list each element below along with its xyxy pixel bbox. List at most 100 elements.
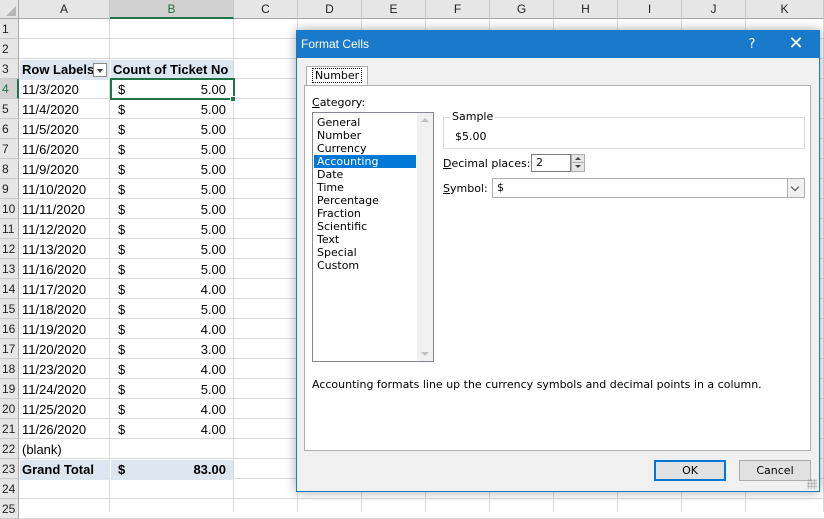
pivot-row-label[interactable]: 11/12/2020	[20, 220, 110, 240]
pivot-row-value-cell[interactable]: $4.00	[111, 320, 233, 340]
chevron-down-icon[interactable]	[787, 179, 804, 197]
row-header-25[interactable]: 25	[0, 499, 19, 519]
column-header-b[interactable]: B	[110, 0, 234, 19]
pivot-row-label[interactable]: 11/23/2020	[20, 360, 110, 380]
category-list[interactable]: General Number Currency Accounting Date Time P…	[312, 112, 434, 362]
pivot-row-label[interactable]: 11/9/2020	[20, 160, 110, 180]
count-of-ticket-no-header[interactable]: Count of Ticket No	[111, 60, 233, 80]
row-labels-filter-dropdown-icon[interactable]	[93, 63, 107, 77]
cancel-button[interactable]: Cancel	[739, 460, 811, 481]
dialog-title-bar[interactable]: Format Cells ? ✕	[297, 31, 819, 58]
category-item-scientific[interactable]: Scientific	[314, 220, 416, 233]
pivot-row-value-cell[interactable]: $4.00	[111, 400, 233, 420]
row-header-11[interactable]: 11	[0, 219, 19, 239]
pivot-row-label[interactable]: 11/25/2020	[20, 400, 110, 420]
column-header-e[interactable]: E	[362, 0, 426, 19]
fill-handle[interactable]	[230, 96, 236, 102]
pivot-row-value-cell[interactable]: $5.00	[111, 240, 233, 260]
pivot-row-label[interactable]: 11/6/2020	[20, 140, 110, 160]
row-header-17[interactable]: 17	[0, 339, 19, 359]
pivot-row-value-cell[interactable]: $3.00	[111, 340, 233, 360]
decimal-places-spinner[interactable]	[571, 154, 585, 172]
row-header-22[interactable]: 22	[0, 439, 19, 459]
row-header-3[interactable]: 3	[0, 59, 19, 79]
pivot-row-label[interactable]: 11/19/2020	[20, 320, 110, 340]
row-header-8[interactable]: 8	[0, 159, 19, 179]
category-item-date[interactable]: Date	[314, 168, 416, 181]
pivot-row-value-cell[interactable]: $4.00	[111, 280, 233, 300]
column-header-i[interactable]: I	[618, 0, 682, 19]
pivot-row-value-cell[interactable]	[111, 440, 233, 460]
grand-total-value-cell[interactable]: $ 83.00	[111, 460, 233, 480]
select-all-corner[interactable]	[0, 0, 19, 19]
category-list-scrollbar[interactable]	[417, 113, 433, 361]
category-item-number[interactable]: Number	[314, 129, 416, 142]
grand-total-label[interactable]: Grand Total	[20, 460, 110, 480]
pivot-row-label[interactable]: 11/10/2020	[20, 180, 110, 200]
row-header-13[interactable]: 13	[0, 259, 19, 279]
scroll-down-icon[interactable]	[421, 352, 429, 356]
pivot-row-label[interactable]: (blank)	[20, 440, 110, 460]
row-labels-header[interactable]: Row Labels	[20, 60, 110, 80]
help-button[interactable]: ?	[737, 33, 767, 56]
row-header-9[interactable]: 9	[0, 179, 19, 199]
row-header-10[interactable]: 10	[0, 199, 19, 219]
pivot-row-label[interactable]: 11/20/2020	[20, 340, 110, 360]
pivot-row-label[interactable]: 11/18/2020	[20, 300, 110, 320]
row-header-19[interactable]: 19	[0, 379, 19, 399]
row-header-12[interactable]: 12	[0, 239, 19, 259]
pivot-row-value-cell[interactable]: $5.00	[111, 200, 233, 220]
column-header-d[interactable]: D	[298, 0, 362, 19]
pivot-row-value-cell[interactable]: $5.00	[111, 180, 233, 200]
tab-number[interactable]: Number	[306, 66, 369, 85]
pivot-row-label[interactable]: 11/4/2020	[20, 100, 110, 120]
column-header-a[interactable]: A	[19, 0, 110, 19]
column-header-k[interactable]: K	[746, 0, 824, 19]
pivot-row-label[interactable]: 11/13/2020	[20, 240, 110, 260]
row-header-20[interactable]: 20	[0, 399, 19, 419]
row-header-2[interactable]: 2	[0, 39, 19, 59]
resize-grip-icon[interactable]	[807, 479, 817, 489]
pivot-row-value-cell[interactable]: $5.00	[111, 140, 233, 160]
row-header-15[interactable]: 15	[0, 299, 19, 319]
pivot-row-label[interactable]: 11/16/2020	[20, 260, 110, 280]
row-header-16[interactable]: 16	[0, 319, 19, 339]
row-header-14[interactable]: 14	[0, 279, 19, 299]
pivot-row-label[interactable]: 11/26/2020	[20, 420, 110, 440]
category-item-custom[interactable]: Custom	[314, 259, 416, 272]
column-header-h[interactable]: H	[554, 0, 618, 19]
column-header-j[interactable]: J	[682, 0, 746, 19]
pivot-row-value-cell[interactable]: $5.00	[111, 100, 233, 120]
row-header-7[interactable]: 7	[0, 139, 19, 159]
pivot-row-value-cell[interactable]: $5.00	[111, 380, 233, 400]
category-item-fraction[interactable]: Fraction	[314, 207, 416, 220]
pivot-row-label[interactable]: 11/24/2020	[20, 380, 110, 400]
column-header-c[interactable]: C	[234, 0, 298, 19]
category-item-currency[interactable]: Currency	[314, 142, 416, 155]
pivot-row-value-cell[interactable]: $4.00	[111, 360, 233, 380]
category-item-special[interactable]: Special	[314, 246, 416, 259]
spin-down-icon[interactable]	[572, 163, 584, 171]
ok-button[interactable]: OK	[654, 460, 726, 481]
pivot-row-value-cell[interactable]: $5.00	[111, 220, 233, 240]
decimal-places-input[interactable]: 2	[531, 154, 571, 172]
row-header-24[interactable]: 24	[0, 479, 19, 499]
pivot-row-label[interactable]: 11/17/2020	[20, 280, 110, 300]
category-item-accounting[interactable]: Accounting	[314, 155, 416, 168]
pivot-row-value-cell[interactable]: $4.00	[111, 420, 233, 440]
row-header-21[interactable]: 21	[0, 419, 19, 439]
row-header-5[interactable]: 5	[0, 99, 19, 119]
row-header-1[interactable]: 1	[0, 19, 19, 39]
category-item-text[interactable]: Text	[314, 233, 416, 246]
symbol-dropdown[interactable]: $	[492, 178, 805, 198]
column-header-g[interactable]: G	[490, 0, 554, 19]
pivot-row-value-cell[interactable]: $5.00	[111, 120, 233, 140]
column-header-f[interactable]: F	[426, 0, 490, 19]
pivot-row-label[interactable]: 11/3/2020	[20, 80, 110, 100]
pivot-row-value-cell[interactable]: $5.00	[111, 160, 233, 180]
category-item-time[interactable]: Time	[314, 181, 416, 194]
row-header-18[interactable]: 18	[0, 359, 19, 379]
pivot-row-label[interactable]: 11/11/2020	[20, 200, 110, 220]
scroll-up-icon[interactable]	[421, 118, 429, 122]
row-header-6[interactable]: 6	[0, 119, 19, 139]
